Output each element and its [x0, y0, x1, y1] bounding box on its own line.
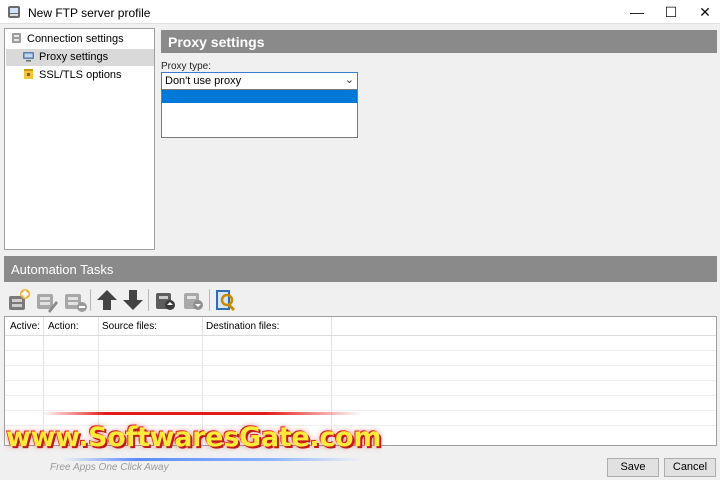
tree-item-ssl-tls-options[interactable]: SSL/TLS options: [6, 67, 154, 84]
proxy-type-value: Don't use proxy: [165, 75, 242, 87]
edit-task-icon[interactable]: [34, 287, 60, 313]
automation-tasks-header: Automation Tasks: [4, 256, 717, 282]
export-icon[interactable]: [180, 287, 206, 313]
proxy-type-label: Proxy type:: [161, 61, 212, 72]
tree-item-label: SSL/TLS options: [39, 69, 122, 81]
automation-toolbar: [4, 285, 717, 315]
close-button[interactable]: ✕: [688, 0, 720, 24]
row-divider: [5, 350, 716, 351]
chevron-down-icon: ⌄: [344, 74, 354, 86]
tree-item-label: Proxy settings: [39, 51, 109, 63]
cancel-button[interactable]: Cancel: [664, 458, 716, 477]
window-title: New FTP server profile: [28, 6, 151, 20]
watermark-text: www.SoftwaresGate.com: [6, 422, 382, 453]
tree-item-proxy-settings[interactable]: Proxy settings: [6, 49, 154, 66]
minimize-button[interactable]: —: [620, 0, 654, 24]
move-down-icon[interactable]: [120, 287, 146, 313]
row-divider: [5, 410, 716, 411]
row-divider: [5, 380, 716, 381]
dropdown-option[interactable]: [162, 103, 357, 116]
tree-item-label: Connection settings: [27, 33, 124, 45]
connection-icon: [12, 33, 21, 43]
settings-tree: Connection settings Proxy settings SSL/T…: [4, 28, 155, 250]
app-icon: [8, 6, 20, 18]
dropdown-option-highlighted[interactable]: [162, 90, 357, 103]
proxy-icon: [23, 52, 34, 62]
lock-icon: [24, 69, 33, 79]
import-icon[interactable]: [152, 287, 178, 313]
add-task-icon[interactable]: [6, 287, 32, 313]
column-header-action[interactable]: Action:: [48, 321, 79, 332]
watermark: www.SoftwaresGate.com Free Apps One Clic…: [2, 412, 412, 480]
column-header-destination-files[interactable]: Destination files:: [206, 321, 279, 332]
proxy-type-dropdown-list: [161, 89, 358, 138]
watermark-streak: [42, 412, 362, 415]
toolbar-separator: [148, 289, 149, 311]
watermark-streak: [62, 458, 362, 461]
title-bar: New FTP server profile — ☐ ✕: [0, 0, 720, 24]
move-up-icon[interactable]: [94, 287, 120, 313]
toolbar-separator: [90, 289, 91, 311]
header-divider: [5, 335, 716, 336]
toolbar-separator: [209, 289, 210, 311]
row-divider: [5, 365, 716, 366]
proxy-type-select[interactable]: Don't use proxy ⌄: [161, 72, 358, 90]
watermark-tagline: Free Apps One Click Away: [50, 462, 169, 473]
save-button[interactable]: Save: [607, 458, 659, 477]
column-header-active[interactable]: Active:: [10, 321, 40, 332]
maximize-button[interactable]: ☐: [654, 0, 688, 24]
tree-item-connection-settings[interactable]: Connection settings: [8, 31, 152, 48]
search-icon[interactable]: [213, 287, 239, 313]
proxy-settings-header: Proxy settings: [161, 30, 717, 53]
remove-task-icon[interactable]: [62, 287, 88, 313]
column-header-source-files[interactable]: Source files:: [102, 321, 157, 332]
row-divider: [5, 395, 716, 396]
